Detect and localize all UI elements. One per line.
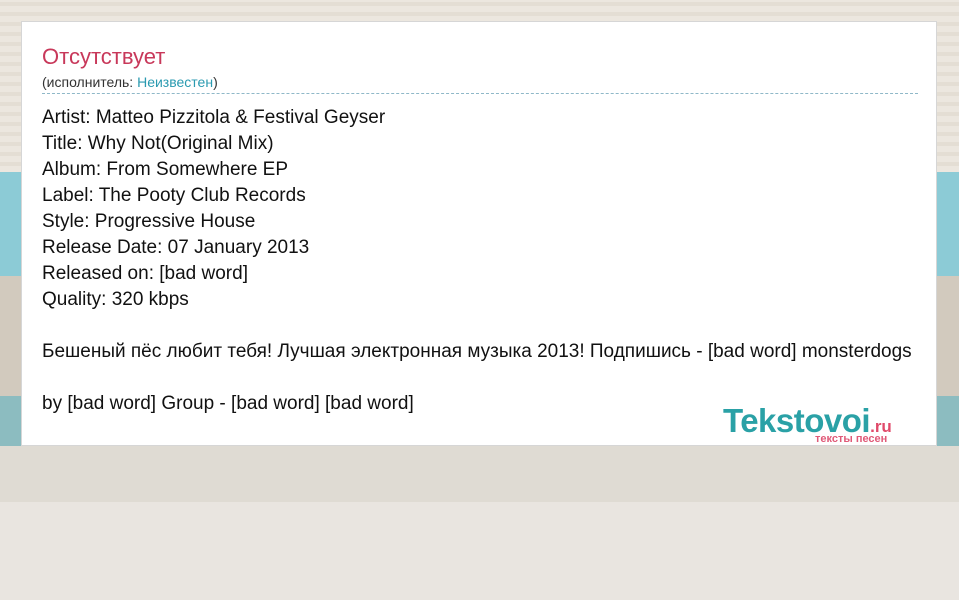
logo-tagline: тексты песен [815, 433, 888, 445]
background-stripe [0, 446, 959, 502]
lyrics-line: Quality: 320 kbps [42, 289, 189, 310]
lyrics-line: Title: Why Not(Original Mix) [42, 133, 274, 154]
artist-prefix: (исполнитель: [42, 74, 138, 90]
song-title: Отсутствует [42, 44, 166, 69]
lyrics-line: Style: Progressive House [42, 211, 256, 232]
lyrics-line [42, 365, 942, 391]
lyrics-line: Label: The Pooty Club Records [42, 185, 306, 206]
lyrics-line: Released on: [bad word] [42, 263, 248, 284]
background-stripe [0, 502, 959, 600]
site-logo[interactable]: Tekstovoi.ru тексты песен [723, 402, 928, 448]
lyrics-line: Album: From Somewhere EP [42, 159, 289, 180]
lyrics-card: Отсутствует (исполнитель: Неизвестен) Ar… [21, 21, 937, 446]
artist-line: (исполнитель: Неизвестен) [42, 73, 218, 91]
artist-suffix: ) [213, 74, 218, 90]
lyrics-line: Release Date: 07 January 2013 [42, 237, 310, 258]
lyrics-line: Artist: Matteo Pizzitola & Festival Geys… [42, 107, 386, 128]
title-divider [42, 93, 918, 94]
lyrics-text: Artist: Matteo Pizzitola & Festival Geys… [42, 105, 942, 417]
lyrics-line: Бешеный пёс любит тебя! Лучшая электронн… [42, 341, 912, 362]
lyrics-line [42, 313, 942, 339]
artist-link[interactable]: Неизвестен [137, 74, 213, 90]
